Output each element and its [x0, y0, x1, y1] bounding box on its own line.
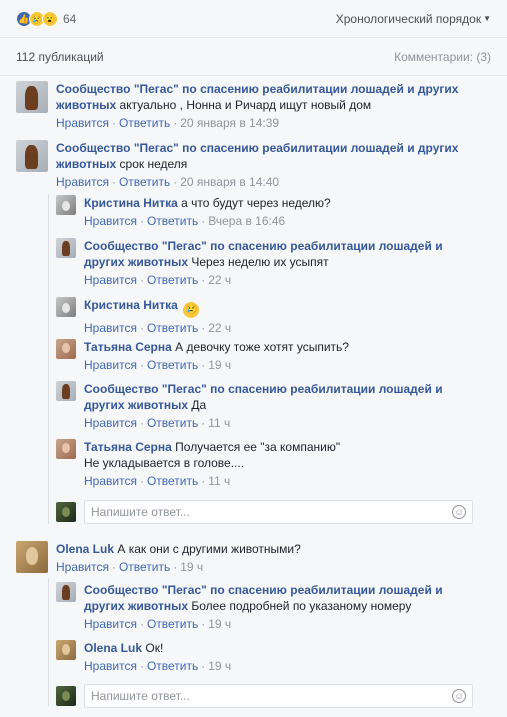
reply-composer: Напишите ответ... ☺	[56, 684, 473, 708]
like-button[interactable]: Нравится	[84, 273, 137, 287]
reply-text: А девочку тоже хотят усыпить?	[175, 340, 349, 354]
reply-button[interactable]: Ответить	[147, 358, 198, 372]
comment-time[interactable]: 20 января в 14:40	[180, 175, 279, 189]
stats-bar: 112 публикаций Комментарии: (3)	[0, 38, 507, 76]
reply-text: Через неделю их усыпят	[191, 255, 329, 269]
comment-time[interactable]: 19 ч	[180, 560, 203, 574]
like-button[interactable]: Нравится	[84, 474, 137, 488]
reply-author[interactable]: Татьяна Серна	[84, 340, 172, 354]
reply-author[interactable]: Кристина Нитка	[84, 298, 178, 312]
reply-composer: Напишите ответ... ☺	[56, 500, 473, 524]
avatar[interactable]	[56, 439, 76, 459]
reply-text: Да	[191, 398, 207, 412]
reply-author[interactable]: Татьяна Серна	[84, 440, 172, 454]
like-button[interactable]: Нравится	[56, 116, 109, 130]
avatar[interactable]	[56, 339, 76, 359]
reply: Кристина Нитка 😢 Нравится · Ответить · 22 ч	[56, 297, 464, 335]
wow-icon: 😮	[42, 11, 58, 27]
reply: Кристина Нитка а что будут через неделю?…	[56, 195, 464, 228]
reply-input-placeholder: Напишите ответ...	[91, 689, 190, 703]
avatar[interactable]	[16, 81, 48, 113]
reply-input[interactable]: Напишите ответ... ☺	[84, 684, 473, 708]
avatar[interactable]	[56, 195, 76, 215]
like-button[interactable]: Нравится	[84, 214, 137, 228]
comment: Сообщество "Пегас" по спасению реабилита…	[16, 140, 476, 189]
comment-text: срок неделя	[119, 157, 188, 171]
reply: Olena Luk Ок! Нравится · Ответить · 19 ч	[56, 640, 464, 673]
reply-button[interactable]: Ответить	[147, 321, 198, 335]
like-button[interactable]: Нравится	[84, 321, 137, 335]
reply-input[interactable]: Напишите ответ... ☺	[84, 500, 473, 524]
reply-author[interactable]: Olena Luk	[84, 641, 142, 655]
reply-time[interactable]: 11 ч	[208, 474, 230, 488]
caret-down-icon: ▼	[483, 14, 491, 23]
comment-author[interactable]: Olena Luk	[56, 542, 114, 556]
crying-face-icon: 😢	[183, 302, 200, 318]
avatar[interactable]	[56, 381, 76, 401]
reply-time[interactable]: 19 ч	[208, 358, 231, 372]
reply: Сообщество "Пегас" по спасению реабилита…	[56, 582, 464, 631]
reply: Татьяна Серна Получается ее "за компанию…	[56, 439, 464, 488]
comments-count[interactable]: Комментарии: (3)	[394, 50, 491, 64]
reply-text: а что будут через неделю?	[181, 196, 331, 210]
reply-input-placeholder: Напишите ответ...	[91, 505, 190, 519]
sort-order-dropdown[interactable]: Хронологический порядок ▼	[336, 12, 491, 26]
comment-text: актуально , Нонна и Ричард ищут новый до…	[119, 98, 372, 112]
avatar[interactable]	[16, 140, 48, 172]
reply-time[interactable]: 11 ч	[208, 416, 230, 430]
reply-time[interactable]: 19 ч	[208, 617, 231, 631]
reply-button[interactable]: Ответить	[119, 560, 170, 574]
avatar[interactable]	[56, 297, 76, 317]
replies-thread-line	[48, 578, 49, 706]
replies-thread-line	[48, 194, 49, 524]
reply-button[interactable]: Ответить	[147, 617, 198, 631]
reply-button[interactable]: Ответить	[147, 416, 198, 430]
comment-text: А как они с другими животными?	[117, 542, 301, 556]
like-button[interactable]: Нравится	[56, 560, 109, 574]
reply: Сообщество "Пегас" по спасению реабилита…	[56, 238, 464, 287]
like-button[interactable]: Нравится	[84, 659, 137, 673]
reply-time[interactable]: 19 ч	[208, 659, 231, 673]
reaction-count: 64	[63, 12, 77, 26]
reply-time[interactable]: 22 ч	[208, 273, 231, 287]
like-button[interactable]: Нравится	[84, 358, 137, 372]
reply-button[interactable]: Ответить	[147, 474, 198, 488]
comment: Сообщество "Пегас" по спасению реабилита…	[16, 81, 476, 130]
avatar	[56, 502, 76, 522]
emoji-icon[interactable]: ☺	[452, 689, 466, 703]
reply-button[interactable]: Ответить	[119, 175, 170, 189]
like-button[interactable]: Нравится	[56, 175, 109, 189]
reply-text: Ок!	[145, 641, 164, 655]
comment: Olena Luk А как они с другими животными?…	[16, 541, 476, 574]
reactions-bar: 👍 😢 😮 64 Хронологический порядок ▼	[0, 0, 507, 38]
reply: Сообщество "Пегас" по спасению реабилита…	[56, 381, 464, 430]
reply-time[interactable]: Вчера в 16:46	[208, 214, 285, 228]
reactions-summary[interactable]: 👍 😢 😮 64	[16, 11, 76, 27]
avatar[interactable]	[56, 238, 76, 258]
publications-count: 112 публикаций	[16, 50, 104, 64]
like-button[interactable]: Нравится	[84, 617, 137, 631]
comment-time[interactable]: 20 января в 14:39	[180, 116, 279, 130]
avatar[interactable]	[56, 582, 76, 602]
reply-time[interactable]: 22 ч	[208, 321, 231, 335]
reply-button[interactable]: Ответить	[147, 214, 198, 228]
avatar[interactable]	[16, 541, 48, 573]
reply-button[interactable]: Ответить	[119, 116, 170, 130]
avatar[interactable]	[56, 640, 76, 660]
sort-order-label: Хронологический порядок	[335, 12, 482, 26]
avatar	[56, 686, 76, 706]
emoji-icon[interactable]: ☺	[452, 505, 466, 519]
like-button[interactable]: Нравится	[84, 416, 137, 430]
reply-text: Более подробней по указаному номеру	[191, 599, 412, 613]
reply-author[interactable]: Кристина Нитка	[84, 196, 178, 210]
comment-author[interactable]: Сообщество "Пегас" по спасению реабилита…	[56, 141, 458, 171]
reply-text: Получается ее "за компанию"	[175, 440, 341, 454]
reply-button[interactable]: Ответить	[147, 273, 198, 287]
reply-text-line-2: Не укладывается в голове....	[84, 456, 245, 470]
reply-author[interactable]: Сообщество "Пегас" по спасению реабилита…	[84, 382, 443, 412]
reply-button[interactable]: Ответить	[147, 659, 198, 673]
reply: Татьяна Серна А девочку тоже хотят усыпи…	[56, 339, 464, 372]
